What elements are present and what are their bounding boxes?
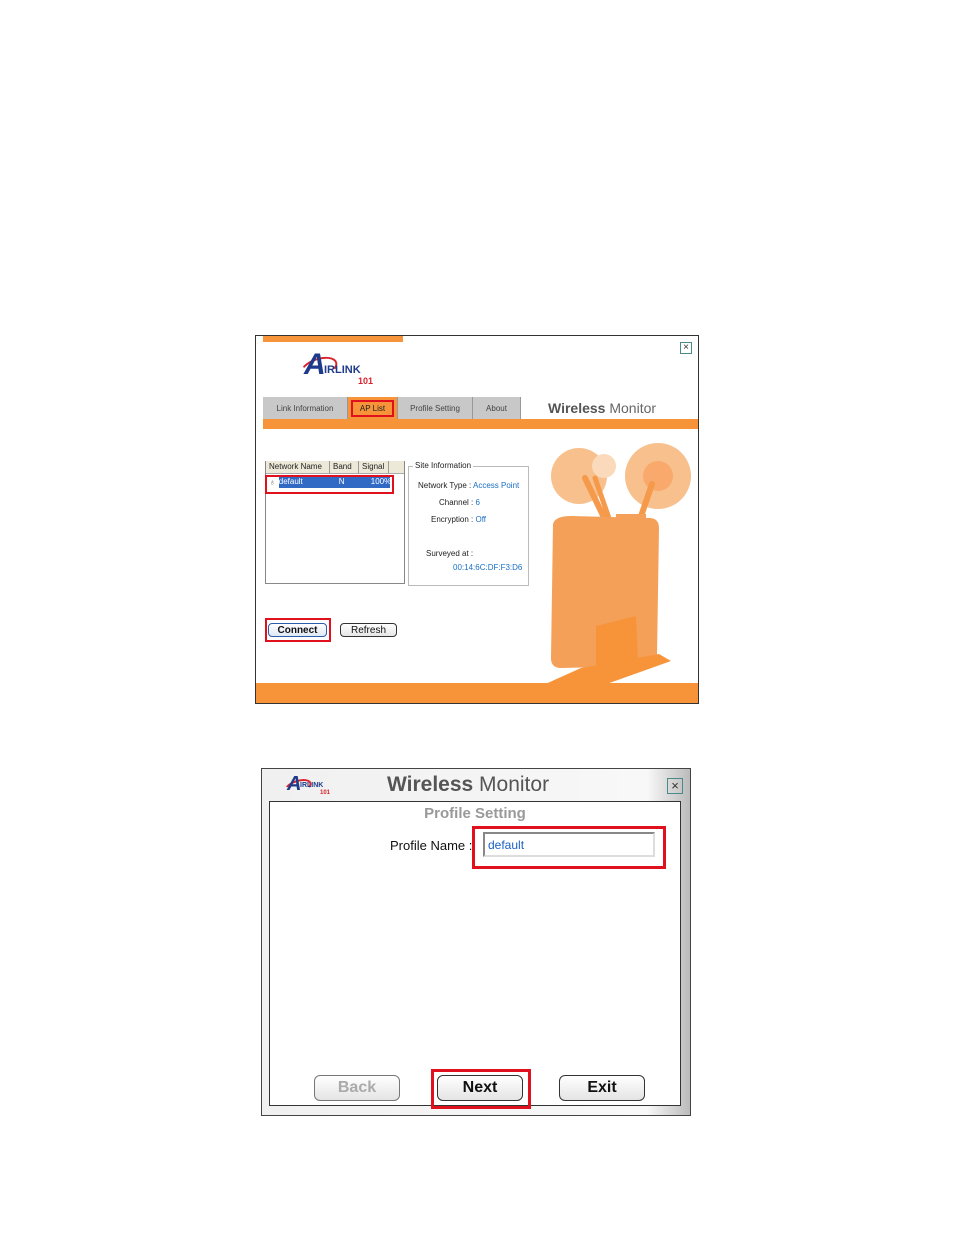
- surveyed-value: 00:14:6C:DF:F3:D6: [453, 563, 523, 572]
- app-title: Wireless Monitor: [548, 400, 657, 416]
- airlink-logo: A IRLINK 101: [297, 348, 378, 388]
- column-band[interactable]: Band: [330, 461, 359, 473]
- column-signal[interactable]: Signal: [359, 461, 389, 473]
- column-filler: [389, 461, 404, 473]
- wireless-monitor-window-profile-setting: A IRLINK 101 Wireless Monitor × Profile …: [261, 768, 691, 1116]
- close-icon[interactable]: ×: [680, 342, 692, 354]
- router-illustration: [541, 443, 691, 686]
- back-button[interactable]: Back: [314, 1075, 400, 1101]
- profile-name-label: Profile Name :: [390, 838, 473, 853]
- top-accent-strip: [263, 336, 403, 342]
- tab-bar: Link Information AP List Profile Setting…: [263, 397, 521, 419]
- highlight-ap-row: [265, 475, 394, 494]
- tab-profile-setting[interactable]: Profile Setting: [398, 397, 473, 419]
- column-network-name[interactable]: Network Name: [266, 461, 330, 473]
- exit-button[interactable]: Exit: [559, 1075, 645, 1101]
- panel-title: Profile Setting: [424, 805, 526, 822]
- app-title: Wireless Monitor: [387, 773, 550, 796]
- airlink-logo-small: A IRLINK 101: [282, 773, 334, 799]
- highlight-connect: [265, 618, 331, 642]
- header-orange-bar: [263, 419, 698, 429]
- close-icon[interactable]: ×: [667, 778, 683, 794]
- profile-setting-panel: Profile Setting Profile Name : Back Next…: [269, 801, 681, 1109]
- encryption-row: Encryption : Off: [431, 515, 487, 524]
- ap-list-header: Network Name Band Signal: [266, 461, 404, 474]
- tab-ap-list[interactable]: AP List: [348, 397, 398, 419]
- footer-orange-bar: [256, 683, 698, 703]
- highlight-profile-name: [472, 826, 666, 869]
- tab-link-information[interactable]: Link Information: [263, 397, 348, 419]
- wireless-monitor-window-ap-list: × A IRLINK 101 Link Information AP List …: [255, 335, 699, 704]
- network-type-row: Network Type : Access Point: [418, 481, 520, 490]
- highlight-next: [431, 1069, 531, 1109]
- tab-about[interactable]: About: [473, 397, 521, 419]
- site-information-group: Site Information Network Type : Access P…: [408, 461, 529, 586]
- surveyed-label: Surveyed at :: [426, 549, 474, 558]
- refresh-button[interactable]: Refresh: [340, 623, 397, 637]
- channel-row: Channel : 6: [439, 498, 480, 507]
